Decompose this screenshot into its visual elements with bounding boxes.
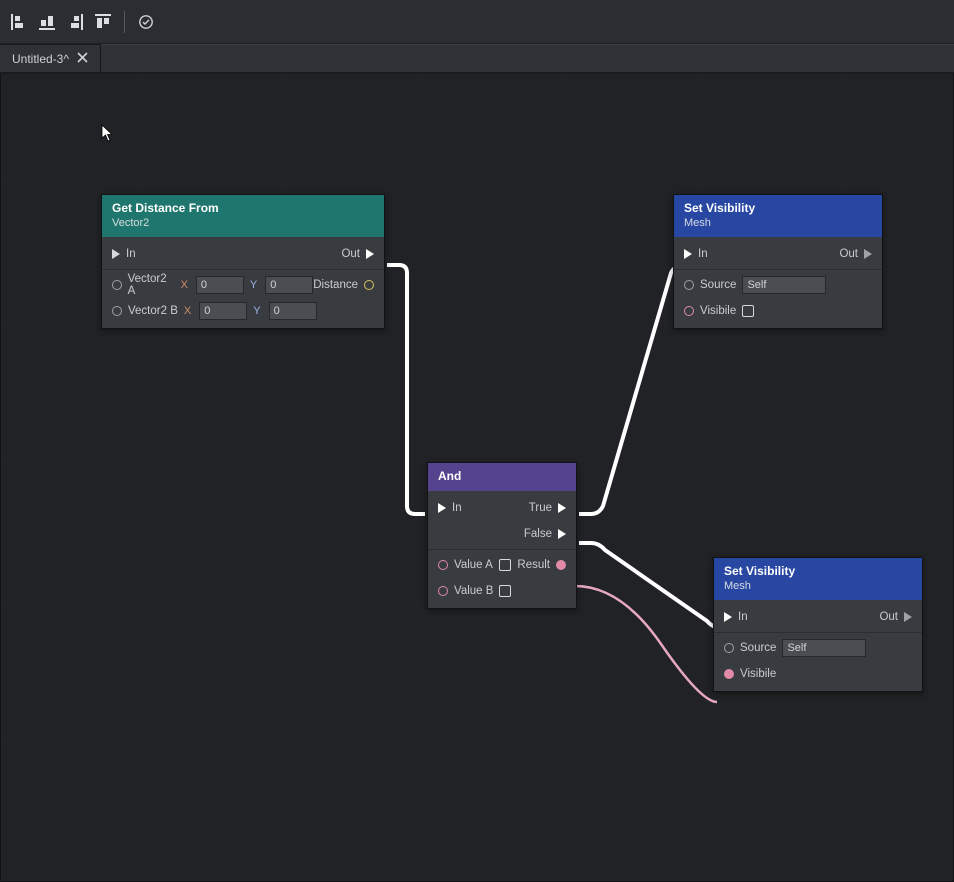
- vector-b-y-input[interactable]: [269, 302, 317, 320]
- node-header[interactable]: And: [428, 463, 576, 491]
- tab-untitled[interactable]: Untitled-3^: [0, 44, 101, 72]
- vector-b-port[interactable]: [112, 306, 122, 316]
- align-top-icon[interactable]: [92, 11, 114, 33]
- tab-label: Untitled-3^: [12, 52, 69, 66]
- toolbar: [0, 0, 954, 44]
- source-port[interactable]: [724, 643, 734, 653]
- exec-out-label: Out: [341, 248, 360, 260]
- distance-out-label: Distance: [313, 279, 358, 291]
- vector-b-label: Vector2 B: [128, 305, 178, 317]
- exec-out-port[interactable]: [904, 612, 912, 622]
- exec-false-label: False: [524, 528, 552, 540]
- node-title: Get Distance From: [112, 201, 219, 215]
- visible-label: Visibile: [740, 668, 776, 680]
- x-label: X: [184, 305, 191, 317]
- visible-checkbox[interactable]: [742, 305, 754, 317]
- node-subtitle: Mesh: [724, 580, 912, 592]
- vector-a-label: Vector2 A: [128, 273, 175, 297]
- node-set-visibility-2[interactable]: Set Visibility Mesh In Out Source: [713, 557, 923, 692]
- source-port[interactable]: [684, 280, 694, 290]
- exec-in-label: In: [126, 248, 136, 260]
- visible-port[interactable]: [724, 669, 734, 679]
- exec-true-label: True: [529, 502, 552, 514]
- source-label: Source: [700, 279, 736, 291]
- exec-in-port[interactable]: [438, 503, 446, 513]
- exec-out-port[interactable]: [864, 249, 872, 259]
- exec-out-port[interactable]: [366, 249, 374, 259]
- exec-in-port[interactable]: [112, 249, 120, 259]
- source-input[interactable]: [742, 276, 826, 294]
- node-set-visibility-1[interactable]: Set Visibility Mesh In Out Source: [673, 194, 883, 329]
- tab-bar: Untitled-3^: [0, 44, 954, 74]
- value-a-label: Value A: [454, 559, 493, 571]
- exec-in-port[interactable]: [684, 249, 692, 259]
- exec-out-label: Out: [879, 611, 898, 623]
- validate-icon[interactable]: [135, 11, 157, 33]
- value-a-checkbox[interactable]: [499, 559, 511, 571]
- source-label: Source: [740, 642, 776, 654]
- node-header[interactable]: Set Visibility Mesh: [714, 558, 922, 600]
- graph-canvas[interactable]: Get Distance From Vector2 In Out Vector2…: [0, 74, 954, 882]
- source-input[interactable]: [782, 639, 866, 657]
- visible-port[interactable]: [684, 306, 694, 316]
- exec-in-port[interactable]: [724, 612, 732, 622]
- vector-b-x-input[interactable]: [199, 302, 247, 320]
- result-label: Result: [517, 559, 550, 571]
- align-bottom-icon[interactable]: [36, 11, 58, 33]
- exec-in-label: In: [452, 502, 462, 514]
- visible-label: Visibile: [700, 305, 736, 317]
- exec-false-port[interactable]: [558, 529, 566, 539]
- vector-a-port[interactable]: [112, 280, 122, 290]
- vector-a-x-input[interactable]: [196, 276, 244, 294]
- node-title: Set Visibility: [684, 201, 755, 215]
- node-header[interactable]: Get Distance From Vector2: [102, 195, 384, 237]
- exec-out-label: Out: [839, 248, 858, 260]
- exec-in-label: In: [738, 611, 748, 623]
- node-header[interactable]: Set Visibility Mesh: [674, 195, 882, 237]
- value-b-label: Value B: [454, 585, 493, 597]
- exec-true-port[interactable]: [558, 503, 566, 513]
- vector-a-y-input[interactable]: [265, 276, 313, 294]
- toolbar-separator: [124, 11, 125, 33]
- y-label: Y: [250, 279, 257, 291]
- value-b-checkbox[interactable]: [499, 585, 511, 597]
- distance-out-port[interactable]: [364, 280, 374, 290]
- result-port[interactable]: [556, 560, 566, 570]
- node-and[interactable]: And In True False: [427, 462, 577, 609]
- node-subtitle: Vector2: [112, 217, 374, 229]
- node-title: And: [438, 469, 461, 483]
- y-label: Y: [253, 305, 260, 317]
- node-title: Set Visibility: [724, 564, 795, 578]
- exec-in-label: In: [698, 248, 708, 260]
- close-icon[interactable]: [77, 52, 88, 66]
- node-subtitle: Mesh: [684, 217, 872, 229]
- align-left-icon[interactable]: [8, 11, 30, 33]
- align-right-icon[interactable]: [64, 11, 86, 33]
- node-get-distance[interactable]: Get Distance From Vector2 In Out Vector2…: [101, 194, 385, 329]
- x-label: X: [181, 279, 188, 291]
- value-b-port[interactable]: [438, 586, 448, 596]
- value-a-port[interactable]: [438, 560, 448, 570]
